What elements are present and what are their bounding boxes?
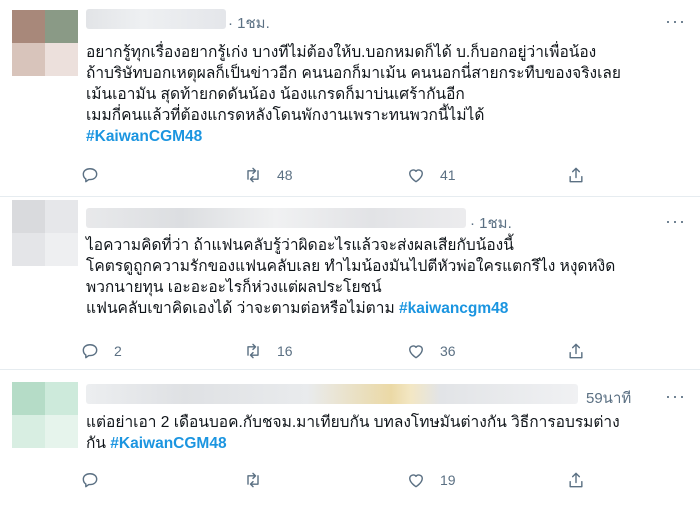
reply-bubble-icon <box>82 344 98 359</box>
hashtag-link[interactable]: #KaiwanCGM48 <box>110 435 226 452</box>
retweet-count: 16 <box>277 343 293 359</box>
like-count: 36 <box>440 343 456 359</box>
tweet-text-line: ถ้าบริษัทบอกเหตุผลก็เป็นข่าวอีก คนนอกก็ม… <box>86 65 621 82</box>
retweet-arrows-icon <box>247 472 259 488</box>
retweet-button[interactable] <box>243 468 277 492</box>
tweet-actions: 19 <box>80 468 590 492</box>
retweet-button[interactable]: 48 <box>243 163 293 187</box>
share-button[interactable] <box>566 468 586 492</box>
heart-icon <box>409 474 423 488</box>
tweet-text-line: ไอความคิดที่ว่า ถ้าแฟนคลับรู้ว่าผิดอะไรแ… <box>86 237 514 254</box>
like-count: 41 <box>440 167 456 183</box>
reply-button[interactable] <box>80 468 114 492</box>
reply-button[interactable]: 2 <box>80 339 122 363</box>
tweet-timestamp[interactable]: · 1ชม. <box>470 211 512 235</box>
tweet-text: แต่อย่าเอา 2 เดือนบอค.กับชจม.มาเทียบกัน … <box>86 412 680 454</box>
tweet-actions: 48 41 <box>80 163 590 187</box>
heart-icon <box>409 169 423 183</box>
more-dots-icon[interactable]: ··· <box>665 212 686 230</box>
retweet-arrows-icon <box>247 343 259 359</box>
tweet-text: ไอความคิดที่ว่า ถ้าแฟนคลับรู้ว่าผิดอะไรแ… <box>86 235 680 319</box>
tweet[interactable]: · 1ชม. ··· อยากรู้ทุกเรื่องอยากรู้เก่ง บ… <box>0 0 700 197</box>
share-upload-icon <box>569 343 583 359</box>
tweet-text-line: แต่อย่าเอา 2 เดือนบอค.กับชจม.มาเทียบกัน … <box>86 414 620 431</box>
tweet-actions: 2 16 36 <box>80 339 590 363</box>
share-button[interactable] <box>566 339 586 363</box>
more-dots-icon[interactable]: ··· <box>665 387 686 405</box>
hashtag-link[interactable]: #KaiwanCGM48 <box>86 128 202 145</box>
retweet-button[interactable]: 16 <box>243 339 293 363</box>
like-button[interactable]: 19 <box>406 468 456 492</box>
like-count: 19 <box>440 472 456 488</box>
author-name-blurred[interactable] <box>86 208 466 228</box>
avatar[interactable] <box>12 382 78 448</box>
avatar[interactable] <box>12 10 78 76</box>
like-button[interactable]: 41 <box>406 163 456 187</box>
tweet[interactable]: 59นาที ··· แต่อย่าเอา 2 เดือนบอค.กับชจม.… <box>0 370 700 508</box>
author-name-blurred[interactable] <box>86 384 578 404</box>
tweet-timestamp[interactable]: 59นาที <box>586 386 631 410</box>
tweet[interactable]: · 1ชม. ··· ไอความคิดที่ว่า ถ้าแฟนคลับรู้… <box>0 197 700 370</box>
author-name-blurred[interactable] <box>86 9 226 29</box>
tweet-text: อยากรู้ทุกเรื่องอยากรู้เก่ง บางทีไม่ต้อง… <box>86 42 680 147</box>
tweet-text-line: เม้นเอามัน สุดท้ายกดดันน้อง น้องแกรดก็มา… <box>86 86 465 103</box>
avatar[interactable] <box>12 200 78 266</box>
reply-bubble-icon <box>82 473 98 488</box>
like-button[interactable]: 36 <box>406 339 456 363</box>
reply-button[interactable] <box>80 163 114 187</box>
retweet-count: 48 <box>277 167 293 183</box>
retweet-arrows-icon <box>247 167 259 183</box>
reply-bubble-icon <box>82 168 98 183</box>
share-upload-icon <box>569 472 583 488</box>
tweet-text-line: แฟนคลับเขาคิดเองได้ ว่าจะตามต่อหรือไม่ตา… <box>86 300 399 317</box>
tweet-timestamp[interactable]: · 1ชม. <box>228 11 270 35</box>
share-upload-icon <box>569 167 583 183</box>
share-button[interactable] <box>566 163 586 187</box>
tweet-text-line: อยากรู้ทุกเรื่องอยากรู้เก่ง บางทีไม่ต้อง… <box>86 44 597 61</box>
tweet-text-line: กัน <box>86 435 111 452</box>
hashtag-link[interactable]: #kaiwancgm48 <box>399 300 508 317</box>
heart-icon <box>409 345 423 359</box>
tweet-text-line: เมมกี่คนแล้วที่ต้องแกรดหลังโดนพักงานเพรา… <box>86 107 485 124</box>
tweet-text-line: โคตรดูถูกความรักของแฟนคลับเลย ทำไมน้องมั… <box>86 258 616 275</box>
tweet-text-line: พวกนายทุน เอะอะอะไรก็ห่วงแต่ผลประโยชน์ <box>86 279 382 296</box>
more-dots-icon[interactable]: ··· <box>665 12 686 30</box>
reply-count: 2 <box>114 343 122 359</box>
